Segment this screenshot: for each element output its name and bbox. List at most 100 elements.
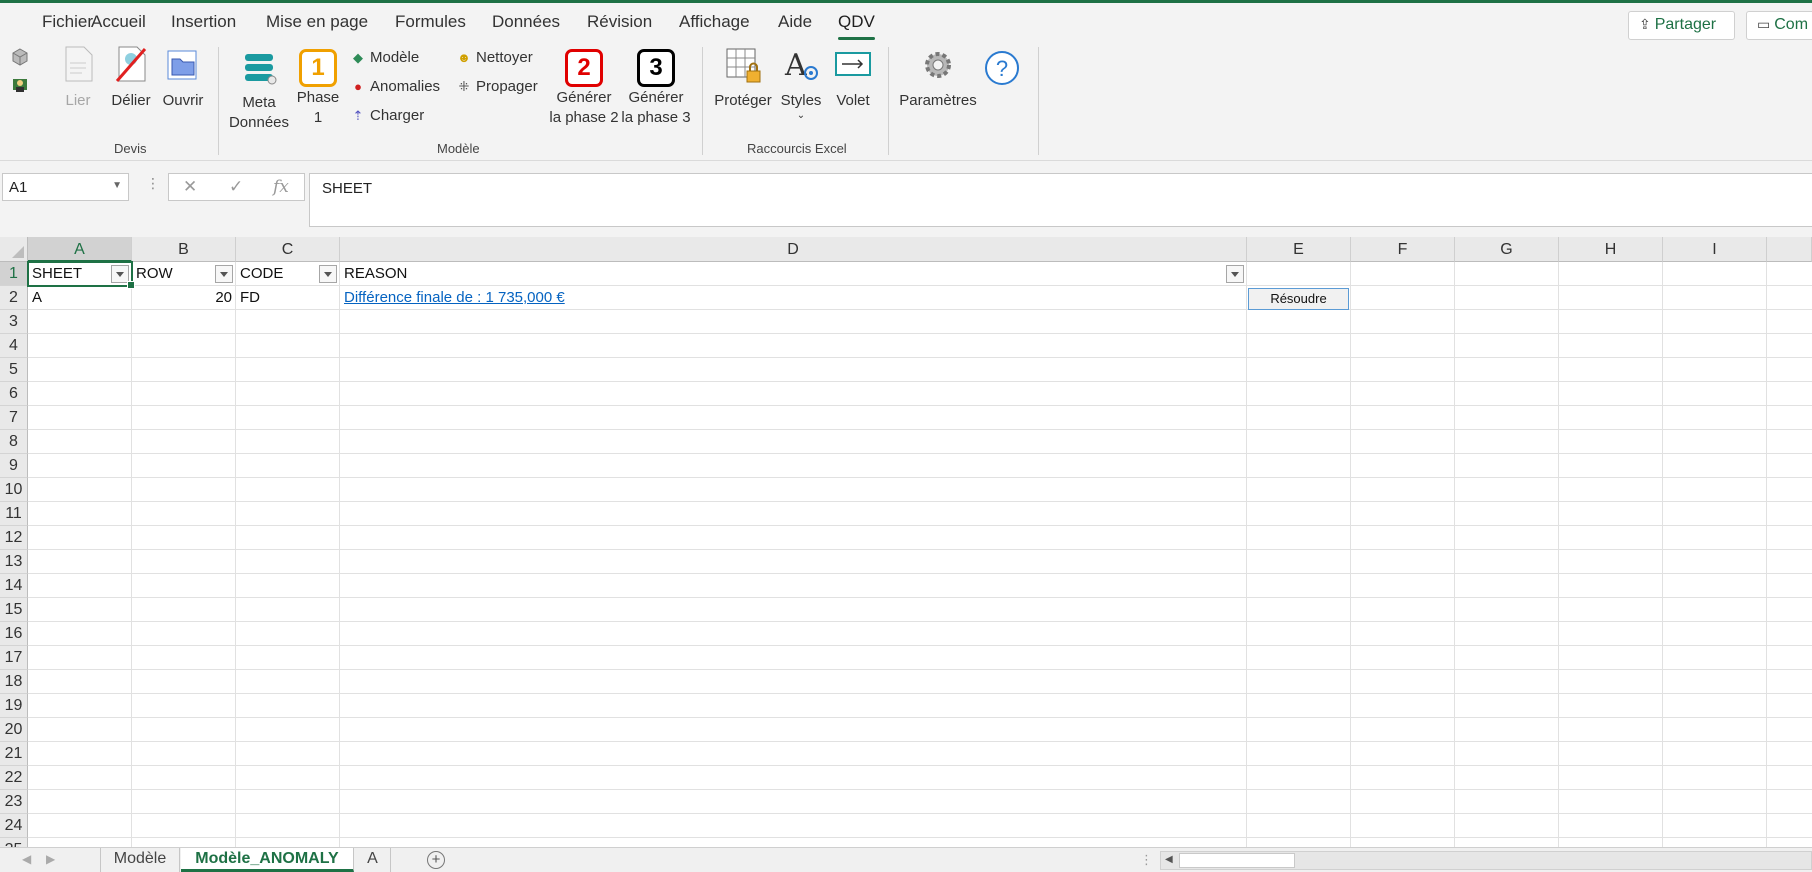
menu-formules[interactable]: Formules xyxy=(395,12,466,32)
sheet-tab-modele-anomaly[interactable]: Modèle_ANOMALY xyxy=(181,848,354,872)
function-icon[interactable]: fx xyxy=(273,177,289,197)
menu-revision[interactable]: Révision xyxy=(587,12,652,32)
row-header[interactable]: 6 xyxy=(0,382,28,406)
generer-phase2-button[interactable]: 2 Générer la phase 2 xyxy=(548,45,620,128)
gridline xyxy=(28,549,1812,550)
menu-fichier[interactable]: Fichier xyxy=(42,12,93,32)
sheet-tab-a[interactable]: A xyxy=(355,848,391,872)
nettoyer-button[interactable]: ☻ Nettoyer xyxy=(456,48,533,68)
propager-button[interactable]: ⁜ Propager xyxy=(456,77,538,97)
column-header-a[interactable]: A xyxy=(28,237,132,262)
column-header-h[interactable]: H xyxy=(1559,237,1663,262)
row-header[interactable]: 14 xyxy=(0,574,28,598)
row-header[interactable]: 23 xyxy=(0,790,28,814)
row-header[interactable]: 5 xyxy=(0,358,28,382)
styles-button[interactable]: A Styles ⌄ xyxy=(778,45,824,121)
column-header-e[interactable]: E xyxy=(1247,237,1351,262)
share-button[interactable]: ⇪ Partager xyxy=(1628,11,1735,40)
row-header[interactable]: 24 xyxy=(0,814,28,838)
phase1-button[interactable]: 1 Phase 1 xyxy=(294,45,342,128)
proteger-button[interactable]: Protéger xyxy=(712,45,774,111)
modele-button[interactable]: ◆ Modèle xyxy=(350,48,419,68)
tab-prev-icon[interactable]: ◀ xyxy=(22,852,31,866)
filter-dropdown-code[interactable] xyxy=(319,265,337,283)
menu-qdv[interactable]: QDV xyxy=(838,12,875,40)
formula-bar-handle-icon[interactable]: ⋮ xyxy=(146,175,160,192)
horizontal-scrollbar[interactable]: ◀ xyxy=(1160,851,1812,870)
row-header[interactable]: 7 xyxy=(0,406,28,430)
lier-button[interactable]: Lier xyxy=(58,45,98,111)
filter-dropdown-row[interactable] xyxy=(215,265,233,283)
tab-next-icon[interactable]: ▶ xyxy=(46,852,55,866)
row-header[interactable]: 3 xyxy=(0,310,28,334)
menu-mise-en-page[interactable]: Mise en page xyxy=(266,12,368,32)
person-icon[interactable] xyxy=(11,76,29,94)
column-header-d[interactable]: D xyxy=(340,237,1247,262)
row-header[interactable]: 13 xyxy=(0,550,28,574)
ouvrir-button[interactable]: Ouvrir xyxy=(160,45,206,111)
confirm-icon[interactable]: ✓ xyxy=(229,177,243,197)
menu-aide[interactable]: Aide xyxy=(778,12,812,32)
row-header[interactable]: 19 xyxy=(0,694,28,718)
delier-button[interactable]: Délier xyxy=(108,45,154,111)
cell-c1[interactable]: CODE xyxy=(236,262,326,286)
row-header[interactable]: 8 xyxy=(0,430,28,454)
cell-b1[interactable]: ROW xyxy=(132,262,222,286)
reason-link[interactable]: Différence finale de : 1 735,000 € xyxy=(340,286,940,310)
column-header-f[interactable]: F xyxy=(1351,237,1455,262)
cube-icon[interactable] xyxy=(11,48,29,66)
broom-icon: ☻ xyxy=(457,50,471,65)
menu-insertion[interactable]: Insertion xyxy=(171,12,236,32)
cell-a2[interactable]: A xyxy=(28,286,132,310)
name-box[interactable]: A1 ▼ xyxy=(2,173,129,201)
menu-affichage[interactable]: Affichage xyxy=(679,12,750,32)
parametres-button[interactable]: Paramètres xyxy=(898,45,978,111)
row-header[interactable]: 9 xyxy=(0,454,28,478)
help-button[interactable]: ? xyxy=(982,49,1022,93)
meta-donnees-button[interactable]: Meta Données xyxy=(228,51,290,133)
scrollbar-thumb[interactable] xyxy=(1179,853,1295,868)
chevron-down-icon[interactable]: ▼ xyxy=(112,180,122,191)
row-header[interactable]: 10 xyxy=(0,478,28,502)
menu-donnees[interactable]: Données xyxy=(492,12,560,32)
row-header[interactable]: 2 xyxy=(0,286,28,310)
add-sheet-icon[interactable]: + xyxy=(427,851,445,869)
column-header-b[interactable]: B xyxy=(132,237,236,262)
chevron-down-icon: ⌄ xyxy=(796,110,806,121)
gridline xyxy=(28,429,1812,430)
row-header[interactable]: 16 xyxy=(0,622,28,646)
row-header[interactable]: 12 xyxy=(0,526,28,550)
formula-input[interactable]: SHEET xyxy=(309,173,1812,227)
resoudre-button[interactable]: Résoudre xyxy=(1248,288,1349,310)
row-header[interactable]: 22 xyxy=(0,766,28,790)
row-header[interactable]: 25 xyxy=(0,838,28,847)
menu-accueil[interactable]: Accueil xyxy=(91,12,146,32)
column-header-g[interactable]: G xyxy=(1455,237,1559,262)
generer-phase3-button[interactable]: 3 Générer la phase 3 xyxy=(620,45,692,128)
cell-d1[interactable]: REASON xyxy=(340,262,1220,286)
row-header[interactable]: 20 xyxy=(0,718,28,742)
cell-b2[interactable]: 20 xyxy=(132,286,236,310)
charger-button[interactable]: ⇡ Charger xyxy=(350,106,425,126)
anomalies-button[interactable]: ● Anomalies xyxy=(350,77,440,97)
row-header[interactable]: 11 xyxy=(0,502,28,526)
row-header[interactable]: 1 xyxy=(0,262,28,286)
column-header-partial[interactable] xyxy=(1767,237,1812,262)
cancel-icon[interactable]: ✕ xyxy=(183,177,197,197)
tab-splitter-handle-icon[interactable]: ⋮ xyxy=(1140,852,1153,868)
cell-c2[interactable]: FD xyxy=(236,286,340,310)
gridline xyxy=(28,453,1812,454)
volet-button[interactable]: Volet xyxy=(828,45,878,111)
row-header[interactable]: 18 xyxy=(0,670,28,694)
comments-button[interactable]: ▭ Com xyxy=(1746,11,1812,40)
sheet-tab-modele[interactable]: Modèle xyxy=(100,848,180,872)
row-header[interactable]: 15 xyxy=(0,598,28,622)
row-header[interactable]: 17 xyxy=(0,646,28,670)
filter-dropdown-reason[interactable] xyxy=(1226,265,1244,283)
row-header[interactable]: 4 xyxy=(0,334,28,358)
select-all-corner[interactable] xyxy=(0,237,28,262)
column-header-c[interactable]: C xyxy=(236,237,340,262)
column-header-i[interactable]: I xyxy=(1663,237,1767,262)
scroll-left-icon[interactable]: ◀ xyxy=(1165,854,1173,865)
row-header[interactable]: 21 xyxy=(0,742,28,766)
